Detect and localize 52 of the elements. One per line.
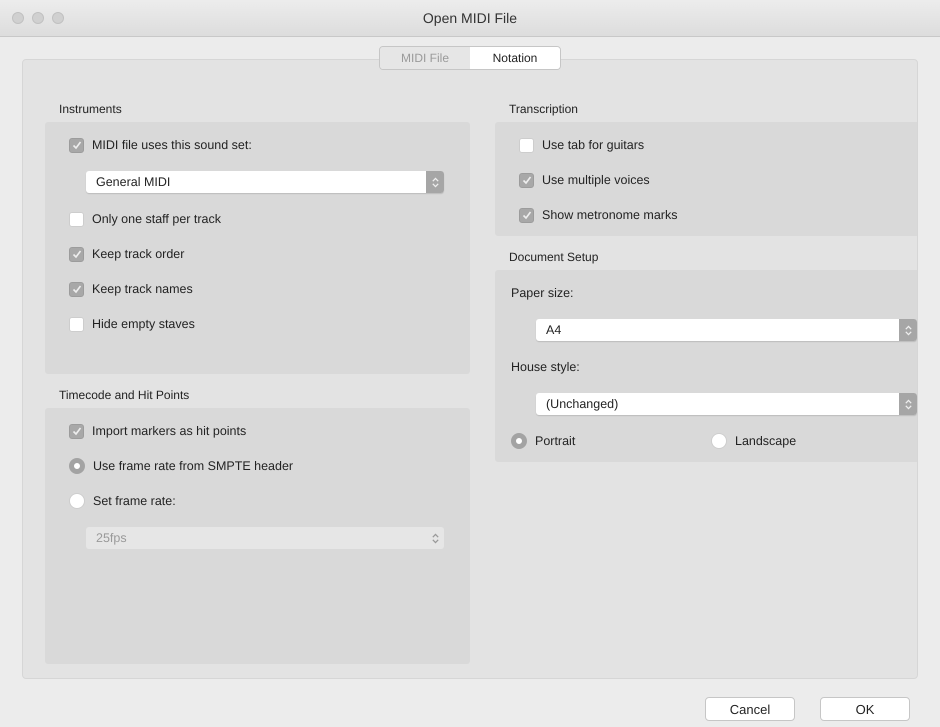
option-label: MIDI file uses this sound set:: [92, 138, 252, 152]
option-label: Use frame rate from SMPTE header: [93, 459, 294, 473]
stepper-icon: [430, 532, 440, 544]
option-label: Landscape: [735, 434, 796, 448]
radio-button[interactable]: [511, 433, 527, 449]
checkmark-icon: [70, 425, 82, 437]
dropdown[interactable]: General MIDI: [86, 171, 444, 193]
checkbox[interactable]: [69, 246, 84, 262]
field-label: House style:: [511, 360, 580, 374]
checkmark-icon: [520, 174, 532, 186]
checkmark-icon: [70, 248, 82, 260]
button[interactable]: OK: [820, 697, 910, 721]
stepper-icon: [904, 324, 912, 336]
field-label: Paper size:: [511, 286, 574, 300]
group-title: Timecode and Hit Points: [58, 388, 190, 404]
checkbox[interactable]: [69, 316, 84, 332]
radio-button[interactable]: [69, 493, 85, 509]
option-label: Import markers as hit points: [92, 424, 246, 438]
radio-button[interactable]: [69, 458, 85, 474]
option-label: Show metronome marks: [542, 208, 678, 222]
checkbox[interactable]: [519, 208, 534, 222]
tab[interactable]: Notation: [470, 47, 560, 69]
checkbox[interactable]: [69, 282, 84, 296]
option-label: Only one staff per track: [92, 212, 221, 226]
checkmark-icon: [70, 283, 82, 295]
dropdown[interactable]: (Unchanged): [536, 393, 917, 415]
window-control-icon[interactable]: [12, 12, 24, 24]
window-control-icon[interactable]: [52, 12, 64, 24]
checkmark-icon: [520, 209, 532, 221]
option-label: Use tab for guitars: [542, 138, 644, 152]
checkbox[interactable]: [519, 172, 534, 188]
button[interactable]: Cancel: [705, 697, 795, 721]
dropdown[interactable]: A4: [536, 319, 917, 341]
group-title: Transcription: [508, 102, 579, 118]
group-title: Instruments: [58, 102, 123, 118]
checkbox[interactable]: [69, 212, 84, 226]
option-label: Use multiple voices: [542, 173, 650, 187]
group-title: Document Setup: [508, 250, 600, 266]
option-label: Hide empty staves: [92, 317, 195, 331]
checkbox[interactable]: [69, 424, 84, 438]
option-label: Portrait: [535, 434, 576, 448]
window-title: Open MIDI File: [422, 10, 518, 26]
radio-button[interactable]: [711, 433, 727, 449]
stepper-icon: [430, 176, 440, 188]
checkbox[interactable]: [69, 138, 84, 152]
option-label: Keep track order: [92, 247, 184, 261]
option-label: Set frame rate:: [93, 494, 176, 508]
checkmark-icon: [70, 139, 82, 151]
stepper-icon: [904, 398, 912, 410]
option-label: Keep track names: [92, 282, 193, 296]
window-control-icon[interactable]: [32, 12, 44, 24]
checkbox[interactable]: [519, 138, 534, 152]
